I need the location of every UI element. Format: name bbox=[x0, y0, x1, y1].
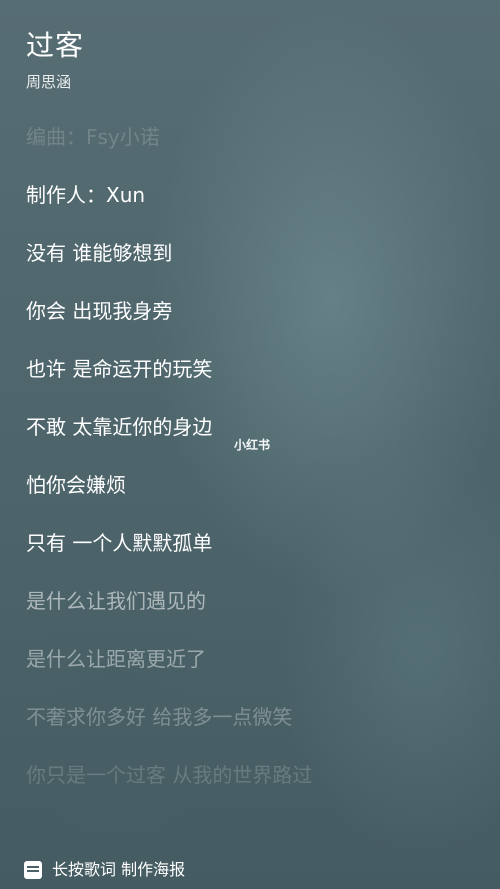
lyric-line[interactable]: 你会 出现我身旁 bbox=[26, 292, 486, 350]
make-poster-label: 长按歌词 制作海报 bbox=[52, 860, 186, 879]
lyric-line[interactable]: 是什么让我们遇见的 bbox=[26, 582, 486, 640]
song-title: 过客 bbox=[26, 29, 85, 62]
lyrics-list: 编曲：Fsy小诺 制作人：Xun 没有 谁能够想到 你会 出现我身旁 也许 是命… bbox=[26, 118, 486, 814]
lyric-line[interactable]: 编曲：Fsy小诺 bbox=[26, 118, 486, 176]
lyric-line[interactable]: 不奢求你多好 给我多一点微笑 bbox=[26, 698, 486, 756]
song-header: 过客 周思涵 bbox=[26, 28, 84, 92]
lyric-line[interactable]: 只有 一个人默默孤单 bbox=[26, 524, 486, 582]
poster-icon bbox=[24, 861, 42, 879]
lyric-line[interactable]: 也许 是命运开的玩笑 bbox=[26, 350, 486, 408]
lyric-line[interactable]: 没有 谁能够想到 bbox=[26, 234, 486, 292]
lyric-line[interactable]: 制作人：Xun bbox=[26, 176, 486, 234]
xiaohongshu-watermark: 小红书 bbox=[234, 438, 271, 452]
lyric-line[interactable]: 你只是一个过客 从我的世界路过 bbox=[26, 756, 486, 814]
artist-name[interactable]: 周思涵 bbox=[26, 72, 84, 92]
make-poster-button[interactable]: 长按歌词 制作海报 bbox=[24, 860, 185, 880]
lyrics-screen: 过客 周思涵 编曲：Fsy小诺 制作人：Xun 没有 谁能够想到 你会 出现我身… bbox=[0, 0, 500, 889]
lyric-line[interactable]: 是什么让距离更近了 bbox=[26, 640, 486, 698]
lyric-line[interactable]: 怕你会嫌烦 bbox=[26, 466, 486, 524]
